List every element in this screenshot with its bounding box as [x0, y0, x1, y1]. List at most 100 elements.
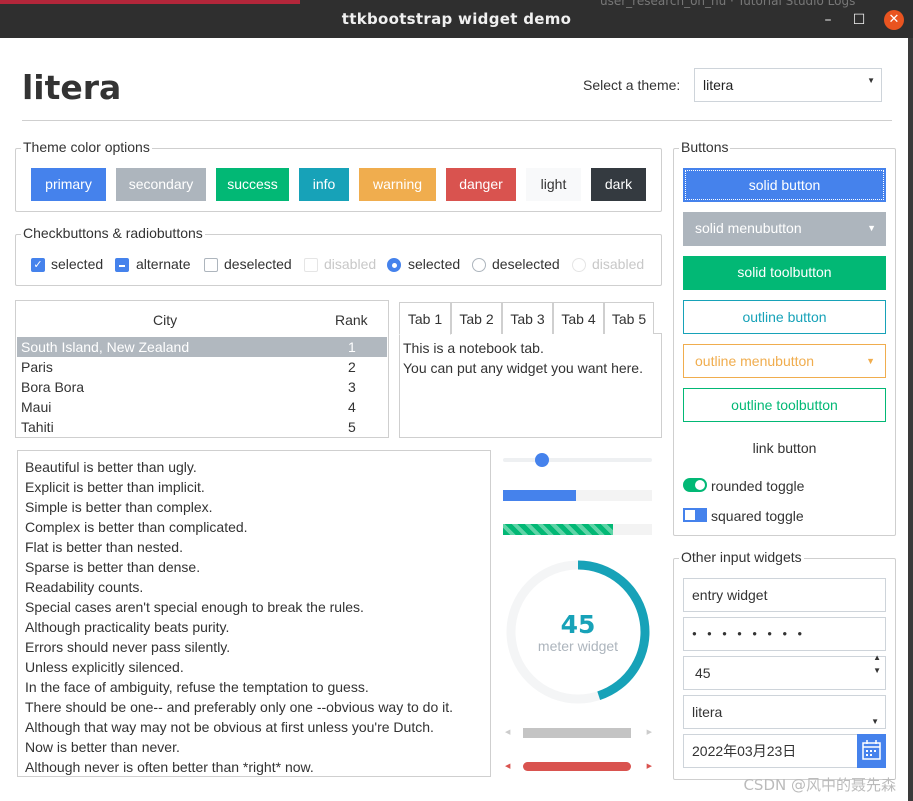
text-line: In the face of ambiguity, refuse the tem… [25, 679, 369, 695]
scroll-right-icon[interactable]: ▶ [647, 728, 652, 736]
tab-3[interactable]: Tab 3 [502, 302, 553, 334]
dark-button[interactable]: dark [591, 168, 646, 201]
scrollbar-1-thumb[interactable] [523, 728, 631, 738]
info-button[interactable]: info [299, 168, 349, 201]
secondary-button[interactable]: secondary [116, 168, 206, 201]
progress-bar-1-fill [503, 490, 576, 501]
tree-cell-city: Paris [21, 359, 53, 375]
success-button[interactable]: success [216, 168, 289, 201]
tree-cell-rank: 5 [348, 419, 356, 435]
minimize-icon[interactable]: – [818, 10, 838, 30]
window-title: ttkbootstrap widget demo [341, 10, 572, 28]
outline-button[interactable]: outline button [683, 300, 886, 334]
spin-up-icon[interactable]: ▲ [873, 653, 881, 663]
tree-cell-rank: 2 [348, 359, 356, 375]
checkbox-deselected[interactable] [204, 258, 218, 272]
danger-button[interactable]: danger [446, 168, 516, 201]
header-separator [22, 120, 892, 121]
tab-1[interactable]: Tab 1 [399, 302, 451, 335]
solid-button[interactable]: solid button [683, 168, 886, 202]
checkbox-selected[interactable]: ✓ [31, 258, 45, 272]
spinbox[interactable]: 45 ▲ ▼ [683, 653, 886, 690]
scrollbar-1[interactable]: ◀ ▶ [505, 728, 652, 738]
meter-value: 45 [560, 610, 596, 639]
tree-header-city[interactable]: City [153, 312, 177, 328]
scale-track[interactable] [503, 458, 652, 462]
notebook-panel: This is a notebook tab. You can put any … [399, 333, 662, 438]
checkbox-disabled-label: disabled [324, 256, 377, 272]
text-line: Sparse is better than dense. [25, 559, 201, 575]
squared-toggle[interactable] [683, 508, 707, 522]
buttons-title: Buttons [679, 139, 731, 155]
radio-disabled [572, 258, 586, 272]
spin-down-icon[interactable]: ▼ [873, 666, 881, 676]
checks-title: Checkbuttons & radiobuttons [21, 225, 205, 241]
notebook-line-1: This is a notebook tab. [403, 340, 544, 356]
checkbox-alternate[interactable] [115, 258, 129, 272]
calendar-icon [862, 740, 881, 760]
theme-combobox-2[interactable]: litera ▼ [683, 695, 886, 729]
table-row[interactable]: Bora Bora 3 [17, 377, 387, 397]
close-icon[interactable]: ✕ [884, 10, 904, 30]
text-line: Although that way may not be obvious at … [25, 719, 434, 735]
tab-5[interactable]: Tab 5 [604, 302, 654, 334]
checkbox-disabled [304, 258, 318, 272]
progress-bar-2-fill [503, 524, 614, 535]
calendar-button[interactable] [857, 734, 886, 768]
date-entry[interactable]: 2022年03月23日 [683, 734, 858, 768]
watermark: CSDN @风中的聂先森 [743, 776, 896, 794]
caret-down-icon: ▼ [866, 356, 875, 366]
scrollbar-2-thumb[interactable] [523, 762, 631, 771]
caret-down-icon: ▼ [867, 223, 876, 233]
solid-toolbutton[interactable]: solid toolbutton [683, 256, 886, 290]
meter-label: meter widget [537, 638, 619, 654]
squared-toggle-knob [685, 510, 695, 520]
zen-text-area[interactable]: Beautiful is better than ugly. Explicit … [17, 450, 491, 777]
tab-4[interactable]: Tab 4 [553, 302, 604, 334]
text-line: Unless explicitly silenced. [25, 659, 184, 675]
scroll-right-icon[interactable]: ▶ [647, 762, 652, 770]
entry-widget[interactable]: entry widget [683, 578, 886, 612]
client-area: litera Select a theme: litera ▼ Theme co… [0, 38, 908, 801]
light-button[interactable]: light [526, 168, 581, 201]
city-treeview[interactable]: City Rank South Island, New Zealand 1 Pa… [15, 300, 389, 438]
tree-cell-city: Maui [21, 399, 52, 415]
rounded-toggle-label: rounded toggle [711, 478, 805, 494]
tab-2[interactable]: Tab 2 [451, 302, 502, 334]
link-button[interactable]: link button [683, 432, 886, 466]
scroll-left-icon[interactable]: ◀ [505, 762, 510, 770]
squared-toggle-label: squared toggle [711, 508, 804, 524]
radio-selected[interactable] [387, 258, 401, 272]
password-field[interactable]: ● ● ● ● ● ● ● ● [683, 617, 886, 651]
text-line: Although practicality beats purity. [25, 619, 230, 635]
table-row[interactable]: South Island, New Zealand 1 [17, 337, 387, 357]
theme-combobox[interactable]: litera ▼ [694, 68, 882, 102]
text-line: Explicit is better than implicit. [25, 479, 205, 495]
text-line: There should be one-- and preferably onl… [25, 699, 454, 715]
tree-cell-rank: 3 [348, 379, 356, 395]
outline-toolbutton[interactable]: outline toolbutton [683, 388, 886, 422]
scrollbar-2[interactable]: ◀ ▶ [505, 762, 652, 772]
tree-header-rank[interactable]: Rank [335, 312, 368, 328]
primary-button[interactable]: primary [31, 168, 106, 201]
background-window-strip [0, 0, 300, 4]
solid-menubutton[interactable]: solid menubutton ▼ [683, 212, 886, 246]
text-line: Errors should never pass silently. [25, 639, 231, 655]
outline-menubutton[interactable]: outline menubutton ▼ [683, 344, 886, 378]
maximize-icon[interactable]: ☐ [849, 10, 869, 30]
scale-handle[interactable] [535, 453, 549, 467]
window-edge [908, 38, 913, 801]
text-line: Simple is better than complex. [25, 499, 213, 515]
tree-cell-rank: 4 [348, 399, 356, 415]
radio-deselected[interactable] [472, 258, 486, 272]
table-row[interactable]: Tahiti 5 [17, 417, 387, 437]
text-line: Special cases aren't special enough to b… [25, 599, 364, 615]
rounded-toggle[interactable] [683, 478, 707, 492]
table-row[interactable]: Paris 2 [17, 357, 387, 377]
table-row[interactable]: Maui 4 [17, 397, 387, 417]
warning-button[interactable]: warning [359, 168, 436, 201]
text-line: Beautiful is better than ugly. [25, 459, 197, 475]
scroll-left-icon[interactable]: ◀ [505, 728, 510, 736]
theme-select-label: Select a theme: [583, 77, 681, 93]
theme-colors-title: Theme color options [21, 139, 152, 155]
